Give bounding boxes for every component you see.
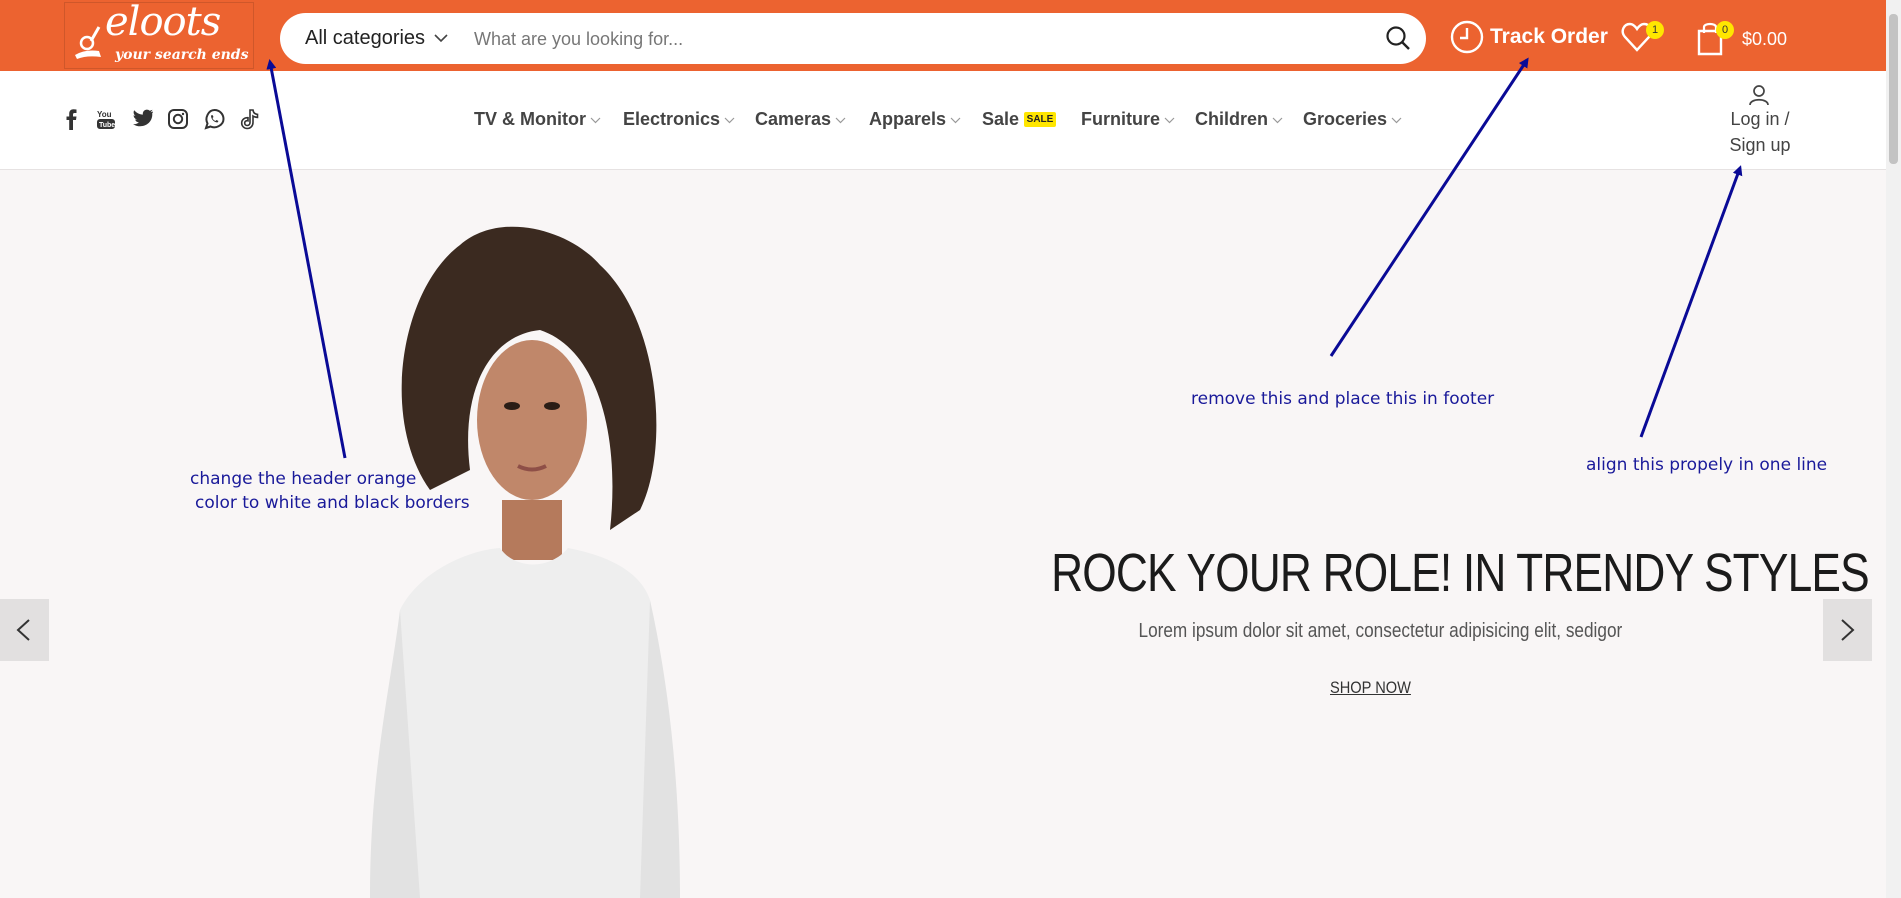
tiktok-icon[interactable] xyxy=(240,108,260,130)
nav-item-groceries[interactable]: Groceries xyxy=(1303,109,1402,130)
site-logo[interactable]: eloots your search ends xyxy=(64,0,254,69)
nav-item-sale[interactable]: Sale xyxy=(982,109,1019,130)
annotation-header-color: change the header orange color to white … xyxy=(190,467,470,515)
annotation-login-align: align this propely in one line xyxy=(1586,455,1828,475)
nav-item-cameras[interactable]: Cameras xyxy=(755,109,846,130)
annotation-line: change the header orange xyxy=(190,469,417,489)
chevron-down-icon xyxy=(1272,117,1283,124)
nav-label: Sale xyxy=(982,109,1020,129)
login-label: Log in / xyxy=(1730,109,1790,129)
annotation-line: color to white and black borders xyxy=(195,493,470,513)
search-icon[interactable] xyxy=(1385,25,1411,51)
nav-label: Electronics xyxy=(623,109,721,129)
search-input[interactable] xyxy=(472,13,1356,66)
cart-count-badge: 0 xyxy=(1716,21,1734,39)
chevron-down-icon xyxy=(835,117,846,124)
hero-subtitle: Lorem ipsum dolor sit amet, consectetur … xyxy=(1138,620,1623,642)
wishlist-count-badge: 1 xyxy=(1646,21,1664,39)
main-navigation: You Tube TV & Monitor Electronics Cameras… xyxy=(0,71,1886,170)
category-select[interactable]: All categories xyxy=(305,13,425,64)
annotation-track-order: remove this and place this in footer xyxy=(1191,389,1495,409)
nav-item-children[interactable]: Children xyxy=(1195,109,1283,130)
whatsapp-icon[interactable] xyxy=(203,108,225,130)
chevron-down-icon xyxy=(724,117,735,124)
clock-icon xyxy=(1450,20,1484,54)
svg-text:Tube: Tube xyxy=(99,122,115,129)
nav-label: Cameras xyxy=(755,109,832,129)
nav-label: TV & Monitor xyxy=(474,109,586,129)
user-icon[interactable] xyxy=(1748,84,1770,106)
chevron-down-icon xyxy=(590,117,601,124)
instagram-icon[interactable] xyxy=(167,108,189,130)
chevron-right-icon xyxy=(1841,619,1855,641)
logo-word: eloots xyxy=(105,0,221,45)
nav-item-apparels[interactable]: Apparels xyxy=(869,109,961,130)
chevron-down-icon xyxy=(434,34,448,43)
chevron-down-icon xyxy=(1391,117,1402,124)
hero-slider: ROCK YOUR ROLE! IN TRENDY STYLES Lorem i… xyxy=(0,170,1886,898)
slider-next-button[interactable] xyxy=(1823,599,1872,661)
vertical-scrollbar[interactable] xyxy=(1886,0,1901,898)
signup-label: Sign up xyxy=(1729,135,1791,155)
sale-badge: SALE xyxy=(1024,112,1056,127)
login-signup-link[interactable]: Log in / Sign up xyxy=(1714,106,1806,158)
facebook-icon[interactable] xyxy=(62,108,80,130)
chevron-left-icon xyxy=(16,619,30,641)
slider-prev-button[interactable] xyxy=(0,599,49,661)
nav-item-tv-monitor[interactable]: TV & Monitor xyxy=(474,109,601,130)
chevron-down-icon xyxy=(950,117,961,124)
nav-label: Apparels xyxy=(869,109,947,129)
top-header-bar: eloots your search ends All categories T… xyxy=(0,0,1886,71)
twitter-icon[interactable] xyxy=(132,108,154,128)
nav-item-furniture[interactable]: Furniture xyxy=(1081,109,1175,130)
nav-label: Furniture xyxy=(1081,109,1160,129)
svg-text:You: You xyxy=(97,110,112,119)
hero-title: ROCK YOUR ROLE! IN TRENDY STYLES xyxy=(1051,543,1870,603)
nav-label: Groceries xyxy=(1303,109,1388,129)
model-photo xyxy=(370,226,680,898)
track-order-label: Track Order xyxy=(1490,25,1608,48)
logo-tagline: your search ends xyxy=(115,47,249,63)
nav-label: Children xyxy=(1195,109,1269,129)
nav-item-electronics[interactable]: Electronics xyxy=(623,109,735,130)
youtube-icon[interactable]: You Tube xyxy=(96,108,116,130)
scrollbar-thumb[interactable] xyxy=(1889,14,1898,164)
chevron-down-icon xyxy=(1164,117,1175,124)
cart-total[interactable]: $0.00 xyxy=(1742,29,1787,50)
shop-now-link[interactable]: SHOP NOW xyxy=(1330,678,1411,698)
search-bar: All categories xyxy=(280,13,1426,66)
